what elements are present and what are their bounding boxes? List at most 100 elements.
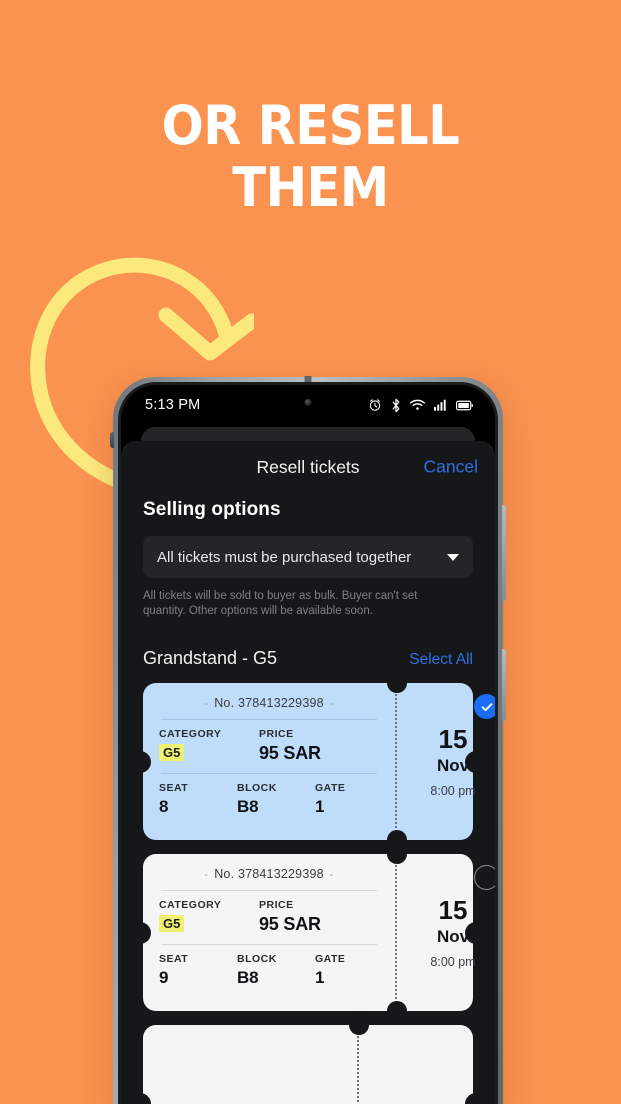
sheet-body: Selling options All tickets must be purc… bbox=[121, 499, 495, 1104]
ticket-block: BLOCK B8 bbox=[237, 953, 315, 988]
ticket-perforation bbox=[387, 844, 407, 1021]
price-label: PRICE bbox=[259, 728, 294, 740]
selling-option-help-text: All tickets will be sold to buyer as bul… bbox=[143, 590, 418, 617]
select-all-button[interactable]: Select All bbox=[409, 651, 473, 669]
ticket-details: - No. 378413229398- CATEGORY G5 PRICE 95… bbox=[143, 683, 395, 840]
block-value: B8 bbox=[237, 968, 259, 987]
ticket-row-seat-block-gate: SEAT 9 BLOCK B8 GATE 1 bbox=[159, 953, 379, 988]
ticket-group-name: Grandstand - G5 bbox=[143, 648, 278, 668]
selling-options-title: Selling options bbox=[143, 499, 281, 520]
dash-right: - bbox=[329, 698, 334, 710]
radio-empty-icon[interactable] bbox=[474, 865, 495, 890]
volume-button[interactable] bbox=[502, 649, 506, 721]
block-label: BLOCK bbox=[237, 782, 277, 794]
event-day: 15 bbox=[438, 723, 468, 754]
ticket-number-prefix: No. bbox=[214, 696, 235, 710]
ticket-details bbox=[143, 1025, 357, 1104]
event-time: 8:00 pm bbox=[430, 783, 476, 798]
gate-value: 1 bbox=[315, 797, 325, 816]
perforation-notch-top bbox=[349, 1015, 369, 1035]
phone-bezel: 5:13 PM Resell tickets Cancel Selling op… bbox=[118, 382, 498, 1104]
ticket-category: CATEGORY G5 bbox=[159, 728, 259, 764]
alarm-icon bbox=[369, 399, 381, 411]
ticket-price: PRICE 95 SAR bbox=[259, 899, 379, 935]
category-label: CATEGORY bbox=[159, 899, 222, 911]
ticket-price: PRICE 95 SAR bbox=[259, 728, 379, 764]
check-circle-icon[interactable] bbox=[474, 694, 495, 719]
front-camera-icon bbox=[304, 399, 312, 406]
gate-value: 1 bbox=[315, 968, 325, 987]
status-time: 5:13 PM bbox=[145, 397, 201, 413]
ticket-seat: SEAT 9 bbox=[159, 953, 237, 988]
page-title: OR RESELL THEM bbox=[0, 95, 621, 219]
price-value: 95 SAR bbox=[259, 743, 321, 763]
price-value: 95 SAR bbox=[259, 914, 321, 934]
ticket-number-value: 378413229398 bbox=[237, 867, 324, 881]
ticket-number: - No. 378413229398- bbox=[159, 696, 379, 710]
bluetooth-icon bbox=[392, 398, 400, 412]
perforation-notch-top bbox=[387, 844, 407, 864]
event-time: 8:00 pm bbox=[430, 954, 476, 969]
sheet-title: Resell tickets bbox=[256, 456, 360, 477]
ticket-perforation bbox=[349, 1015, 369, 1104]
ticket-date-panel: 15 Nov 8:00 pm bbox=[387, 673, 495, 850]
ticket-row-seat-block-gate: SEAT 8 BLOCK B8 GATE 1 bbox=[159, 782, 379, 817]
selling-option-dropdown[interactable]: All tickets must be purchased together bbox=[143, 536, 473, 578]
ticket-group-header: Grandstand - G5 Select All bbox=[143, 648, 473, 669]
headline-line-1: OR RESELL bbox=[161, 94, 460, 157]
battery-icon bbox=[456, 400, 473, 410]
seat-value: 9 bbox=[159, 968, 169, 987]
event-month: Nov bbox=[436, 755, 470, 775]
ticket-row-category-price: CATEGORY G5 PRICE 95 SAR bbox=[159, 728, 379, 764]
power-button[interactable] bbox=[502, 505, 506, 601]
cellular-signal-icon bbox=[434, 399, 446, 411]
gate-label: GATE bbox=[315, 782, 346, 794]
headline-line-2: THEM bbox=[232, 156, 389, 219]
ticket-block: BLOCK B8 bbox=[237, 782, 315, 817]
block-value: B8 bbox=[237, 797, 259, 816]
perforation-notch-bottom bbox=[387, 1001, 407, 1021]
selling-option-value: All tickets must be purchased together bbox=[157, 548, 412, 566]
divider bbox=[161, 719, 377, 720]
category-value: G5 bbox=[159, 915, 185, 932]
mute-switch[interactable] bbox=[110, 432, 114, 448]
category-label: CATEGORY bbox=[159, 728, 222, 740]
ticket-date-panel bbox=[349, 1015, 473, 1104]
dash-left: - bbox=[204, 869, 209, 881]
block-label: BLOCK bbox=[237, 953, 277, 965]
seat-label: SEAT bbox=[159, 953, 189, 965]
ticket-number-prefix: No. bbox=[214, 867, 235, 881]
dash-left: - bbox=[204, 698, 209, 710]
divider bbox=[161, 773, 377, 774]
price-label: PRICE bbox=[259, 899, 294, 911]
status-bar: 5:13 PM bbox=[121, 385, 495, 425]
resell-tickets-sheet: Resell tickets Cancel Selling options Al… bbox=[121, 441, 495, 1104]
divider bbox=[161, 944, 377, 945]
phone-screen: 5:13 PM Resell tickets Cancel Selling op… bbox=[121, 385, 495, 1104]
event-month: Nov bbox=[436, 926, 470, 946]
chevron-down-icon bbox=[447, 553, 459, 561]
event-day: 15 bbox=[438, 894, 468, 925]
sheet-header: Resell tickets Cancel bbox=[121, 441, 495, 493]
ticket-card[interactable] bbox=[135, 1015, 481, 1104]
poster-stage: OR RESELL THEM 5:13 PM Resell tickets Ca… bbox=[0, 0, 621, 1104]
ticket-number: - No. 378413229398- bbox=[159, 867, 379, 881]
ticket-perforation bbox=[387, 673, 407, 850]
ticket-list: - No. 378413229398- CATEGORY G5 PRICE 95… bbox=[135, 673, 495, 1104]
seat-value: 8 bbox=[159, 797, 169, 816]
ticket-seat: SEAT 8 bbox=[159, 782, 237, 817]
phone-device-frame: 5:13 PM Resell tickets Cancel Selling op… bbox=[110, 376, 506, 1104]
seat-label: SEAT bbox=[159, 782, 189, 794]
cancel-button[interactable]: Cancel bbox=[424, 457, 478, 478]
category-value: G5 bbox=[159, 744, 185, 761]
ticket-gate: GATE 1 bbox=[315, 953, 375, 988]
ticket-card[interactable]: - No. 378413229398- CATEGORY G5 PRICE 95… bbox=[135, 844, 495, 1021]
ticket-category: CATEGORY G5 bbox=[159, 899, 259, 935]
dash-right: - bbox=[329, 869, 334, 881]
ticket-card[interactable]: - No. 378413229398- CATEGORY G5 PRICE 95… bbox=[135, 673, 495, 850]
perforation-notch-top bbox=[387, 673, 407, 693]
status-icons bbox=[368, 398, 473, 413]
ticket-gate: GATE 1 bbox=[315, 782, 375, 817]
ticket-details: - No. 378413229398- CATEGORY G5 PRICE 95… bbox=[143, 854, 395, 1011]
ticket-number-value: 378413229398 bbox=[237, 696, 324, 710]
